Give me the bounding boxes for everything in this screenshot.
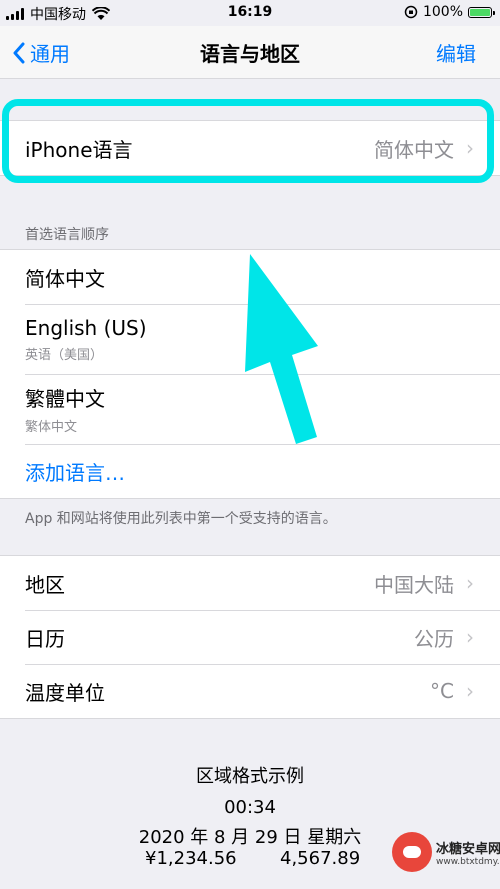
annotation-arrow [245, 254, 318, 444]
watermark-name: 冰糖安卓网 [436, 841, 500, 857]
watermark-url: www.btxtdmy.com [436, 856, 500, 867]
watermark-logo-icon [392, 832, 432, 872]
watermark: 冰糖安卓网 www.btxtdmy.com [392, 832, 500, 872]
watermark-text: 冰糖安卓网 www.btxtdmy.com [436, 838, 500, 867]
